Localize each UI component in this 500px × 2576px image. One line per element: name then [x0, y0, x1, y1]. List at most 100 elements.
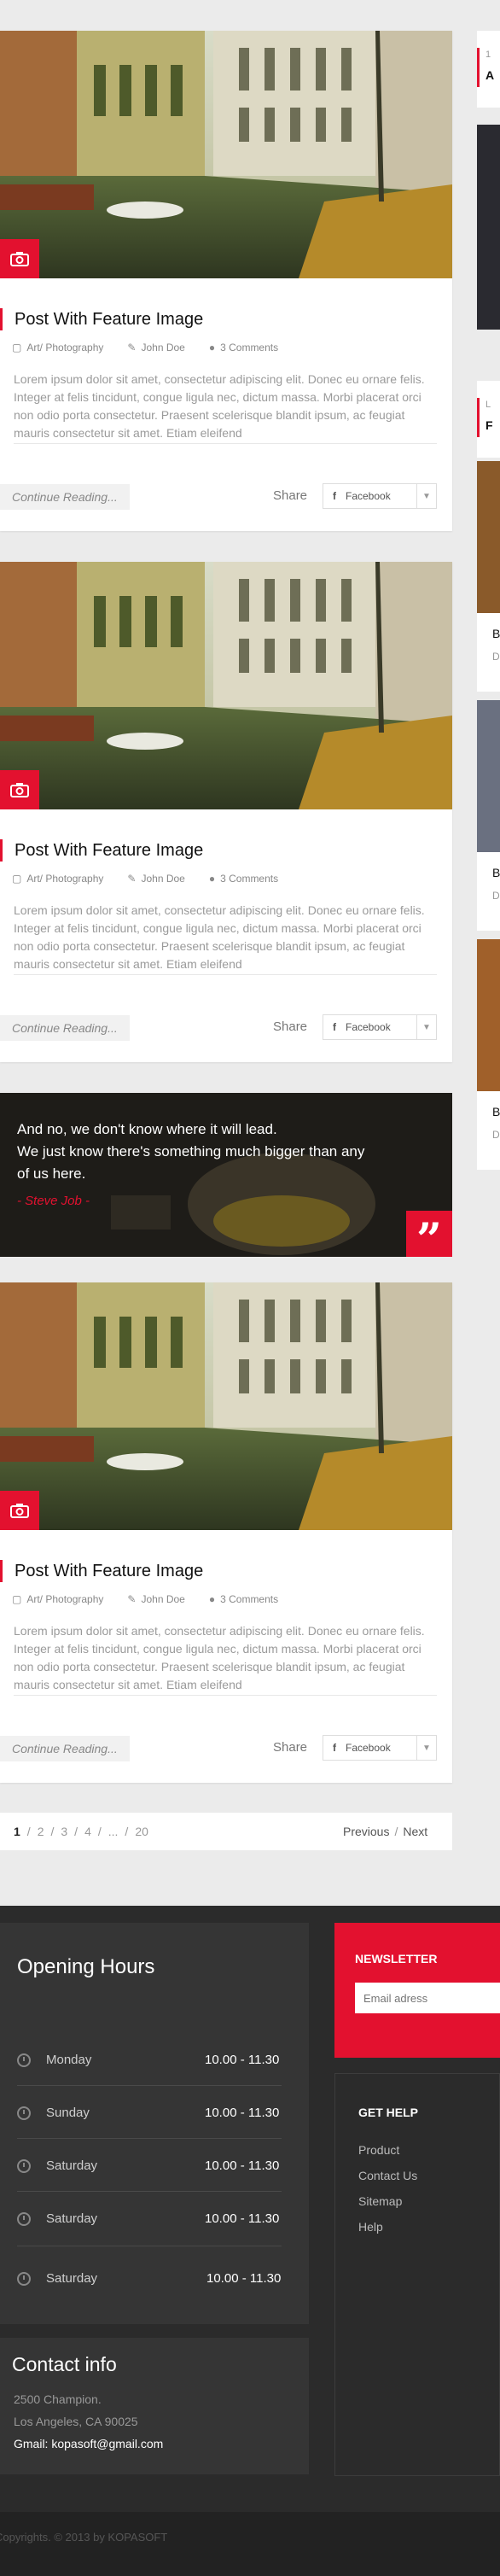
post-feature-image[interactable] — [0, 31, 452, 278]
share-label: Share — [273, 1019, 308, 1034]
hours-row-time: 10.00 - 11.30 — [205, 2158, 280, 2173]
sidebar-widget: 1 A — [477, 31, 500, 108]
hours-row-day: Saturday — [17, 2158, 97, 2173]
facebook-icon: f — [333, 1742, 336, 1754]
facebook-share-button[interactable]: f Facebook ▼ — [323, 1014, 437, 1040]
post-author[interactable]: John Doe — [141, 873, 184, 885]
post-excerpt: Lorem ipsum dolor sit amet, consectetur … — [14, 903, 425, 971]
previous-link[interactable]: Previous — [343, 1825, 389, 1838]
sidebar-title-fragment[interactable]: A — [485, 68, 494, 82]
facebook-icon: f — [333, 1021, 336, 1033]
post-feature-image[interactable] — [0, 1282, 452, 1530]
comment-icon: ● — [208, 342, 216, 353]
camera-icon — [0, 770, 39, 809]
nav-separator: / — [394, 1825, 398, 1838]
hours-row-day: Sunday — [17, 2106, 90, 2120]
facebook-icon: f — [333, 490, 336, 502]
facebook-label: Facebook — [346, 490, 391, 502]
contact-address-1: 2500 Champion. — [14, 2392, 102, 2406]
get-help-panel — [334, 2073, 500, 2476]
newsletter-email-input[interactable] — [355, 1983, 500, 2013]
chevron-down-icon[interactable]: ▼ — [417, 1023, 436, 1032]
post-comments[interactable]: 3 Comments — [220, 1593, 278, 1605]
get-help-title: GET HELP — [358, 2106, 419, 2119]
page-separator: / — [97, 1825, 102, 1838]
edit-icon: ✎ — [127, 342, 137, 353]
help-link-sitemap[interactable]: Sitemap — [358, 2194, 402, 2208]
post-feature-image[interactable] — [0, 562, 452, 809]
page-4[interactable]: 4 — [84, 1825, 91, 1838]
sidebar-num: 1 — [485, 50, 491, 60]
copyright-text: Copyrights. © 2013 by KOPASOFT — [0, 2531, 168, 2544]
post-excerpt: Lorem ipsum dolor sit amet, consectetur … — [14, 1624, 425, 1691]
post-card: Post With Feature Image ▢ Art/ Photograph… — [0, 31, 452, 531]
page-2[interactable]: 2 — [38, 1825, 44, 1838]
sidebar-widget: L F — [477, 381, 500, 458]
quote-line-1: And no, we don't know where it will lead… — [17, 1121, 277, 1137]
quote-post: And no, we don't know where it will lead… — [0, 1093, 452, 1257]
facebook-share-button[interactable]: f Facebook ▼ — [323, 1735, 437, 1761]
edit-icon: ✎ — [127, 873, 137, 885]
post-comments[interactable]: 3 Comments — [220, 342, 278, 353]
post-title[interactable]: Post With Feature Image — [0, 308, 203, 330]
post-card: Post With Feature Image ▢ Art/ Photograph… — [0, 562, 452, 1062]
hours-row-time: 10.00 - 11.30 — [205, 2211, 280, 2226]
contact-address-2: Los Angeles, CA 90025 — [14, 2415, 138, 2428]
post-author[interactable]: John Doe — [141, 1593, 184, 1605]
post-comments[interactable]: 3 Comments — [220, 873, 278, 885]
clock-icon — [17, 2158, 31, 2173]
help-link-contact[interactable]: Contact Us — [358, 2169, 417, 2182]
share-label: Share — [273, 1740, 308, 1755]
hours-row-time: 10.00 - 11.30 — [206, 2271, 282, 2286]
page-20[interactable]: 20 — [135, 1825, 148, 1838]
sidebar-post-meta: D — [492, 651, 500, 663]
contact-title: Contact info — [12, 2353, 117, 2375]
continue-reading-button[interactable]: Continue Reading... — [0, 484, 130, 510]
hours-row-time: 10.00 - 11.30 — [205, 2106, 280, 2120]
chevron-down-icon[interactable]: ▼ — [417, 1744, 436, 1753]
newsletter-title: NEWSLETTER — [355, 1952, 438, 1966]
page-separator: / — [50, 1825, 55, 1838]
folder-icon: ▢ — [12, 1593, 22, 1605]
page-separator: / — [26, 1825, 31, 1838]
post-title[interactable]: Post With Feature Image — [0, 1560, 203, 1582]
sidebar-post: B D — [477, 461, 500, 692]
clock-icon — [17, 2106, 31, 2120]
help-link-product[interactable]: Product — [358, 2143, 399, 2157]
hours-divider — [17, 2138, 282, 2139]
post-category[interactable]: Art/ Photography — [26, 342, 103, 353]
post-category[interactable]: Art/ Photography — [26, 873, 103, 885]
hours-divider — [17, 2191, 282, 2192]
comment-icon: ● — [208, 873, 216, 885]
sidebar-title-fragment[interactable]: F — [485, 418, 493, 432]
continue-reading-button[interactable]: Continue Reading... — [0, 1736, 130, 1761]
hours-row-time: 10.00 - 11.30 — [205, 2053, 280, 2067]
continue-reading-button[interactable]: Continue Reading... — [0, 1015, 130, 1041]
post-title[interactable]: Post With Feature Image — [0, 839, 203, 862]
hours-row-day: Monday — [17, 2053, 91, 2067]
clock-icon — [17, 2211, 31, 2226]
sidebar-post-title[interactable]: B — [492, 866, 500, 879]
sidebar-image[interactable] — [477, 125, 500, 330]
page-ellipsis: ... — [108, 1825, 119, 1838]
facebook-label: Facebook — [346, 1742, 391, 1754]
facebook-share-button[interactable]: f Facebook ▼ — [323, 483, 437, 509]
sidebar-post-title[interactable]: B — [492, 1105, 500, 1119]
help-link-help[interactable]: Help — [358, 2220, 383, 2234]
chevron-down-icon[interactable]: ▼ — [417, 492, 436, 501]
sidebar-post-title[interactable]: B — [492, 627, 500, 640]
camera-icon — [0, 239, 39, 278]
sidebar-post-meta: D — [492, 890, 500, 902]
contact-email[interactable]: Gmail: kopasoft@gmail.com — [14, 2437, 163, 2450]
post-meta: ▢ Art/ Photography ✎ John Doe ● 3 Comments — [12, 873, 278, 885]
page-1[interactable]: 1 — [14, 1825, 20, 1838]
post-meta: ▢ Art/ Photography ✎ John Doe ● 3 Comments — [12, 1593, 278, 1605]
post-meta: ▢ Art/ Photography ✎ John Doe ● 3 Comments — [12, 342, 278, 353]
post-category[interactable]: Art/ Photography — [26, 1593, 103, 1605]
post-author[interactable]: John Doe — [141, 342, 184, 353]
quote-author: - Steve Job - — [17, 1194, 90, 1208]
next-link[interactable]: Next — [403, 1825, 427, 1838]
facebook-label: Facebook — [346, 1021, 391, 1033]
page-3[interactable]: 3 — [61, 1825, 67, 1838]
quote-line-2: We just know there's something much bigg… — [17, 1143, 365, 1159]
